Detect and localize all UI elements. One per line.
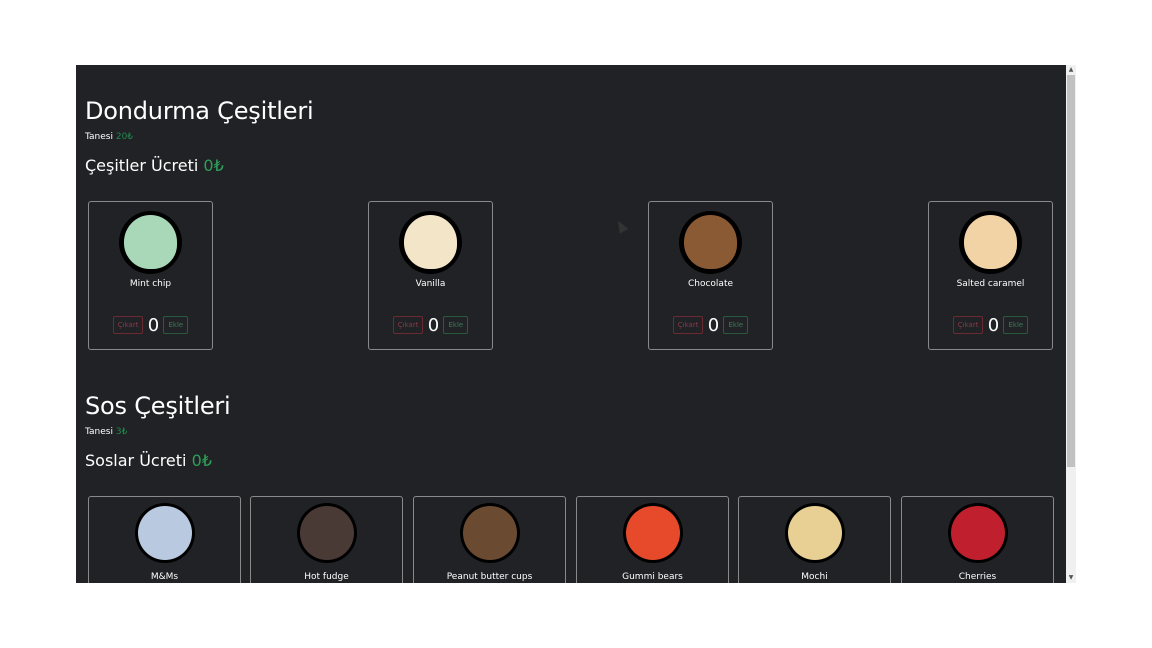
topping-card-cherries[interactable]: Cherries: [901, 496, 1054, 583]
toppings-unit-label: Tanesi: [85, 427, 113, 437]
scoop-count: 0: [147, 314, 160, 336]
topping-card-peanut-butter-cups[interactable]: Peanut butter cups: [413, 496, 566, 583]
remove-button[interactable]: Çıkart: [112, 316, 144, 334]
scoop-image: [399, 211, 462, 274]
toppings-total-value: 0₺: [191, 451, 212, 470]
scoops-total-value: 0₺: [203, 156, 224, 175]
add-button[interactable]: Ekle: [1003, 316, 1029, 334]
vertical-scrollbar[interactable]: ▲ ▼: [1066, 65, 1076, 583]
scoop-card-vanilla: Vanilla Çıkart 0 Ekle: [368, 201, 493, 350]
topping-image: [623, 503, 683, 563]
toppings-unit-value: 3₺: [115, 427, 128, 437]
topping-name: M&Ms: [150, 572, 179, 582]
scoop-card-mint-chip: Mint chip Çıkart 0 Ekle: [88, 201, 213, 350]
toppings-title: Sos Çeşitleri: [85, 392, 231, 420]
scoop-name: Chocolate: [687, 279, 734, 289]
scroll-up-icon[interactable]: ▲: [1067, 66, 1075, 74]
remove-button[interactable]: Çıkart: [672, 316, 704, 334]
scoop-card-chocolate: Chocolate Çıkart 0 Ekle: [648, 201, 773, 350]
topping-card-hot-fudge[interactable]: Hot fudge: [250, 496, 403, 583]
topping-name: Cherries: [958, 572, 997, 582]
scoops-unit-price: Tanesi 20₺: [85, 132, 133, 142]
topping-card-mms[interactable]: M&Ms: [88, 496, 241, 583]
topping-name: Mochi: [801, 572, 828, 582]
scoop-count: 0: [707, 314, 720, 336]
scoops-title: Dondurma Çeşitleri: [85, 97, 314, 125]
topping-image: [948, 503, 1008, 563]
scoop-name: Salted caramel: [956, 279, 1025, 289]
scoop-controls: Çıkart 0 Ekle: [649, 314, 772, 336]
scoop-count: 0: [987, 314, 1000, 336]
add-button[interactable]: Ekle: [723, 316, 749, 334]
remove-button[interactable]: Çıkart: [952, 316, 984, 334]
toppings-total: Soslar Ücreti 0₺: [85, 451, 212, 470]
topping-name: Peanut butter cups: [446, 572, 533, 582]
scoop-image: [679, 211, 742, 274]
scoop-controls: Çıkart 0 Ekle: [929, 314, 1052, 336]
topping-image: [135, 503, 195, 563]
page-viewport: Dondurma Çeşitleri Tanesi 20₺ Çeşitler Ü…: [76, 65, 1066, 583]
topping-image: [297, 503, 357, 563]
scrollbar-thumb[interactable]: [1067, 75, 1075, 467]
scroll-down-icon[interactable]: ▼: [1067, 574, 1075, 582]
scoop-controls: Çıkart 0 Ekle: [369, 314, 492, 336]
topping-name: Hot fudge: [304, 572, 349, 582]
scoop-name: Vanilla: [415, 279, 446, 289]
toppings-total-label: Soslar Ücreti: [85, 451, 187, 470]
scoop-image: [959, 211, 1022, 274]
topping-card-gummi-bears[interactable]: Gummi bears: [576, 496, 729, 583]
topping-name: Gummi bears: [622, 572, 683, 582]
scoop-card-salted-caramel: Salted caramel Çıkart 0 Ekle: [928, 201, 1053, 350]
scoops-unit-value: 20₺: [115, 132, 134, 142]
topping-card-mochi[interactable]: Mochi: [738, 496, 891, 583]
topping-image: [785, 503, 845, 563]
scoops-total-label: Çeşitler Ücreti: [85, 156, 199, 175]
toppings-unit-price: Tanesi 3₺: [85, 427, 127, 437]
add-button[interactable]: Ekle: [443, 316, 469, 334]
scoop-image: [119, 211, 182, 274]
remove-button[interactable]: Çıkart: [392, 316, 424, 334]
scoops-total: Çeşitler Ücreti 0₺: [85, 156, 224, 175]
scoops-unit-label: Tanesi: [85, 132, 113, 142]
scoop-count: 0: [427, 314, 440, 336]
scoop-controls: Çıkart 0 Ekle: [89, 314, 212, 336]
topping-image: [460, 503, 520, 563]
add-button[interactable]: Ekle: [163, 316, 189, 334]
scoop-name: Mint chip: [129, 279, 172, 289]
